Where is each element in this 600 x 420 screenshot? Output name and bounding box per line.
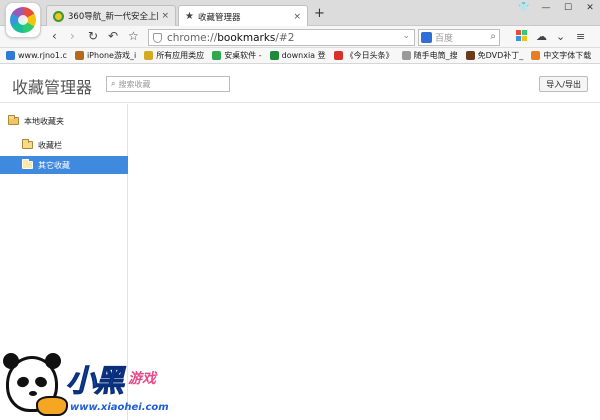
apps-icon[interactable] xyxy=(516,30,527,41)
bookmark-item[interactable]: www.rjno1.c xyxy=(6,51,67,60)
tree-item-local-bookmarks[interactable]: 本地收藏夹 xyxy=(8,112,126,130)
search-engine-name: 百度 xyxy=(435,34,454,44)
bookmark-item[interactable]: 《今日头条》 xyxy=(333,50,394,61)
bookmark-item[interactable]: 安桌软件 - xyxy=(212,50,262,61)
star-icon: ★ xyxy=(185,11,194,22)
bookmark-label: 免DVD补丁_ xyxy=(477,51,524,60)
tab-title: 360导航_新一代安全上网导航 xyxy=(68,12,158,22)
baidu-icon xyxy=(421,32,432,43)
tab-bookmark-manager[interactable]: ★ 收藏管理器 × xyxy=(178,5,308,27)
folder-icon xyxy=(22,159,33,169)
bookmark-favicon-icon xyxy=(74,51,84,60)
address-bar[interactable]: chrome://bookmarks/#2 ⌄ xyxy=(148,29,415,46)
bookmark-item[interactable]: downxia 登 xyxy=(269,50,326,61)
tree-item-label: 本地收藏夹 xyxy=(24,116,64,126)
bookmark-favicon-icon xyxy=(269,51,279,60)
import-export-button[interactable]: 导入/导出 xyxy=(539,76,588,92)
search-icon: ⌕ xyxy=(111,79,116,88)
page-header: 收藏管理器 ⌕ 导入/导出 xyxy=(0,65,600,103)
bookmark-favicon-icon xyxy=(531,51,541,60)
maximize-button[interactable]: ☐ xyxy=(562,3,574,13)
tree-item-label: 其它收藏 xyxy=(38,160,70,170)
download-icon[interactable]: ⌄ xyxy=(556,30,565,43)
bookmark-item[interactable]: 免DVD补丁_ xyxy=(465,50,524,61)
bookmark-item[interactable]: iPhone游戏_i xyxy=(74,50,137,61)
bookmark-favicon-icon xyxy=(465,51,475,60)
tab-360-nav[interactable]: 360导航_新一代安全上网导航 × xyxy=(46,5,176,26)
skin-icon[interactable]: 👕 xyxy=(518,3,530,13)
bookmark-label: 《今日头条》 xyxy=(345,51,394,60)
bookmark-label: 中文字体下载 xyxy=(543,51,592,60)
bookmark-label: www.rjno1.c xyxy=(18,51,67,60)
address-url: chrome://bookmarks/#2 xyxy=(167,31,295,44)
tab-close-icon[interactable]: × xyxy=(293,12,301,22)
forward-icon[interactable]: › xyxy=(70,29,75,43)
bookmark-label: 所有应用类应 xyxy=(156,51,205,60)
title-bar: 360导航_新一代安全上网导航 × ★ 收藏管理器 × + 👕 — ☐ ✕ xyxy=(0,0,600,38)
bookmark-label: 随手电筒_搜 xyxy=(413,51,458,60)
menu-icon[interactable]: ≡ xyxy=(576,30,585,43)
tab-close-icon[interactable]: × xyxy=(161,11,169,21)
bookmark-search-field[interactable]: ⌕ xyxy=(106,76,230,92)
browser-logo-icon[interactable] xyxy=(5,2,41,38)
undo-close-tab-icon[interactable]: ↶ xyxy=(108,29,118,43)
security-shield-icon xyxy=(153,32,162,43)
watermark-url: www.xiaohei.com xyxy=(70,402,169,413)
folder-icon xyxy=(22,139,33,149)
watermark-game-text: 游戏 xyxy=(128,371,156,387)
bookmark-star-icon[interactable]: ☆ xyxy=(128,29,139,43)
window-controls: 👕 — ☐ ✕ xyxy=(518,3,596,13)
navigation-toolbar: ‹ › ↻ ↶ ☆ chrome://bookmarks/#2 ⌄ 百度 ⌕ ☁… xyxy=(0,26,600,48)
bookmark-favicon-icon xyxy=(6,51,15,60)
site-watermark: 小黑 游戏 www.xiaohei.com xyxy=(0,348,210,420)
bookmark-search-input[interactable] xyxy=(118,79,219,89)
search-engine-box[interactable]: 百度 ⌕ xyxy=(418,29,500,46)
page-title: 收藏管理器 xyxy=(12,78,93,97)
tree-item-other-bookmarks[interactable]: 其它收藏 xyxy=(0,156,128,174)
close-window-button[interactable]: ✕ xyxy=(584,3,596,13)
panda-body xyxy=(36,396,68,416)
bookmark-label: 安桌软件 - xyxy=(224,51,262,60)
bookmark-favicon-icon xyxy=(144,51,154,60)
bookmark-item[interactable]: 随手电筒_搜 xyxy=(401,50,458,61)
bookmark-favicon-icon xyxy=(401,51,411,60)
bookmark-label: iPhone游戏_i xyxy=(86,51,137,60)
folder-icon xyxy=(8,115,19,125)
tab-title: 收藏管理器 xyxy=(197,12,241,23)
bookmark-favicon-icon xyxy=(333,51,343,60)
chevron-down-icon[interactable]: ⌄ xyxy=(402,31,410,41)
bookmarks-bar: www.rjno1.c iPhone游戏_i 所有应用类应 安桌软件 - downxia… xyxy=(0,48,600,64)
new-tab-button[interactable]: + xyxy=(314,6,325,21)
cloud-icon[interactable]: ☁ xyxy=(536,30,547,43)
bookmark-item[interactable]: 所有应用类应 xyxy=(144,50,204,61)
watermark-logo-text: 小黑 xyxy=(66,364,125,400)
bookmark-item[interactable]: 中文字体下载 xyxy=(531,50,591,61)
minimize-button[interactable]: — xyxy=(540,3,552,13)
back-icon[interactable]: ‹ xyxy=(52,29,57,43)
tree-item-label: 收藏栏 xyxy=(38,140,62,150)
bookmark-favicon-icon xyxy=(212,51,222,60)
search-icon[interactable]: ⌕ xyxy=(490,31,496,42)
bookmark-label: downxia 登 xyxy=(281,51,326,60)
tree-item-bookmarks-bar[interactable]: 收藏栏 xyxy=(22,136,126,154)
reload-icon[interactable]: ↻ xyxy=(88,29,98,43)
360-nav-icon xyxy=(53,10,64,22)
